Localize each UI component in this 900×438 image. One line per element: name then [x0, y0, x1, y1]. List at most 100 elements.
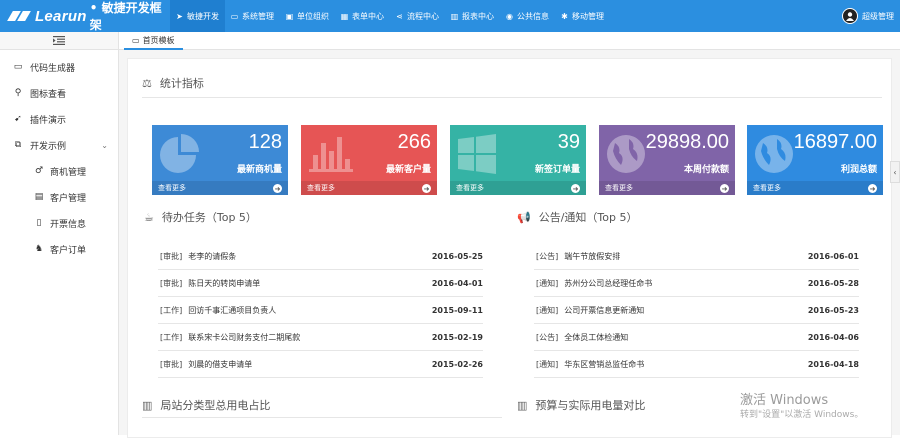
item-date: 2016-06-01: [807, 251, 859, 261]
arrow-right-icon[interactable]: ➜: [571, 184, 580, 193]
android-icon: ✱: [561, 11, 568, 21]
arrow-right-icon[interactable]: ➜: [868, 184, 877, 193]
list-item[interactable]: [工作] 回访千事汇通项目负责人 2015-09-11: [158, 297, 483, 324]
arrow-right-icon[interactable]: ➜: [720, 184, 729, 193]
monitor-icon: ▭: [132, 35, 140, 45]
more-text: 查看更多: [605, 184, 633, 192]
list-item[interactable]: [通知] 苏州分公司总经理任命书 2016-05-28: [534, 270, 859, 297]
dashboard-panel: ⚖ 统计指标 128 最新商机量 查看更多 ➜ 266 最新客户量 查看更多 ➜ …: [127, 58, 892, 438]
tab-bar: ▭ 首页模板: [119, 32, 900, 50]
sidebar-subitem-customer[interactable]: ▤ 客户管理: [0, 184, 118, 210]
stat-label: 本周付款额: [683, 165, 729, 175]
sidebar-item-label: 代码生成器: [30, 63, 76, 74]
section-title-text: 统计指标: [159, 77, 204, 90]
stat-card-new-orders[interactable]: 39 新签订单量 查看更多 ➜: [450, 125, 586, 195]
stat-more-link[interactable]: 查看更多: [747, 181, 883, 195]
sidebar-item-code-generator[interactable]: ▭ 代码生成器: [0, 54, 118, 80]
stat-card-customers[interactable]: 266 最新客户量 查看更多 ➜: [301, 125, 437, 195]
stat-card-opportunities[interactable]: 128 最新商机量 查看更多 ➜: [152, 125, 288, 195]
item-date: 2015-02-26: [431, 359, 483, 369]
logo[interactable]: Learun • 敏捷开发框架: [0, 0, 170, 33]
sidebar-toggle[interactable]: [0, 32, 118, 50]
arrow-right-icon[interactable]: ➜: [273, 184, 282, 193]
item-date: 2016-04-18: [807, 359, 859, 369]
list-item[interactable]: [通知] 华东区营销总监任命书 2016-04-18: [534, 351, 859, 378]
item-text: 华东区营销总监任命书: [564, 359, 645, 369]
sidebar-subitem-opportunity[interactable]: ♂ 商机管理: [0, 158, 118, 184]
item-tag: [审批]: [160, 359, 183, 369]
send-icon: ➤: [176, 11, 183, 21]
item-text: 联系宋卡公司财务支付二期尾款: [188, 332, 301, 342]
sidebar-item-icon-viewer[interactable]: ⚲ 图标查看: [0, 80, 118, 106]
order-icon: ♞: [34, 244, 44, 254]
stat-more-link[interactable]: 查看更多: [301, 181, 437, 195]
stat-card-weekly-payment[interactable]: 29898.00 本周付款额 查看更多 ➜: [599, 125, 735, 195]
list-item[interactable]: [审批] 刘晨的借支申请单 2015-02-26: [158, 351, 483, 378]
sidebar-item-plugin-demo[interactable]: ➹ 插件演示: [0, 106, 118, 132]
balance-scale-icon: ⚖: [142, 76, 152, 90]
item-tag: [通知]: [536, 278, 559, 288]
divider: [142, 417, 502, 418]
bullhorn-icon: 📢: [517, 210, 531, 224]
document-icon: ▯: [36, 218, 42, 228]
item-text: 陈日天的转岗申请单: [188, 278, 261, 288]
monitor-icon: ▭: [13, 62, 23, 72]
right-collapse-button[interactable]: ‹: [890, 161, 900, 183]
sidebar-item-label: 商机管理: [50, 167, 87, 178]
nav-item-flow[interactable]: ⋖ 流程中心: [390, 0, 445, 32]
sidebar-item-label: 客户管理: [50, 193, 87, 204]
notices-section-title: 📢 公告/通知（Top 5）: [517, 209, 637, 225]
section-title-text: 公告/通知（Top 5）: [538, 211, 638, 224]
item-date: 2016-05-28: [807, 278, 859, 288]
search-icon: ⚲: [14, 88, 22, 98]
list-item[interactable]: [审批] 老李的请假条 2016-05-25: [158, 243, 483, 270]
list-item[interactable]: [通知] 公司开票信息更新通知 2016-05-23: [534, 297, 859, 324]
nav-item-public[interactable]: ◉ 公共信息: [500, 0, 555, 32]
stat-more-link[interactable]: 查看更多: [450, 181, 586, 195]
divider: [142, 97, 882, 98]
item-text: 老李的请假条: [188, 251, 237, 261]
item-text: 刘晨的借支申请单: [188, 359, 253, 369]
stat-card-total-profit[interactable]: 16897.00 利润总额 查看更多 ➜: [747, 125, 883, 195]
sidebar-subitem-invoice[interactable]: ▯ 开票信息: [0, 210, 118, 236]
nav-item-system[interactable]: ▭ 系统管理: [225, 0, 280, 32]
item-tag: [审批]: [160, 251, 183, 261]
avatar: [842, 8, 858, 24]
item-tag: [审批]: [160, 278, 183, 288]
nav-label: 流程中心: [407, 11, 439, 21]
nav-item-org[interactable]: ▣ 单位组织: [280, 0, 335, 32]
more-text: 查看更多: [456, 184, 484, 192]
nav-item-report[interactable]: ▥ 报表中心: [445, 0, 500, 32]
org-icon: ▣: [285, 11, 294, 21]
item-tag: [公告]: [536, 251, 559, 261]
nav-item-mobile[interactable]: ✱ 移动管理: [555, 0, 610, 32]
main-content: ⚖ 统计指标 128 最新商机量 查看更多 ➜ 266 最新客户量 查看更多 ➜ …: [119, 50, 900, 438]
list-item[interactable]: [工作] 联系宋卡公司财务支付二期尾款 2015-02-19: [158, 324, 483, 351]
item-text: 回访千事汇通项目负责人: [188, 305, 277, 315]
item-date: 2016-05-25: [431, 251, 483, 261]
id-card-icon: ▤: [34, 192, 44, 202]
pie-chart-icon: [160, 134, 199, 173]
tab-home-template[interactable]: ▭ 首页模板: [124, 32, 183, 50]
nav-label: 报表中心: [462, 11, 494, 21]
nav-item-form[interactable]: ▦ 表单中心: [335, 0, 390, 32]
globe-icon: [755, 135, 793, 173]
user-icon: [846, 12, 854, 21]
sidebar-item-dev-examples[interactable]: ⧉ 开发示例 ⌄: [0, 132, 118, 158]
nav-item-agile[interactable]: ➤ 敏捷开发: [170, 0, 225, 32]
stat-more-link[interactable]: 查看更多: [599, 181, 735, 195]
list-item[interactable]: [公告] 全体员工体检通知 2016-04-06: [534, 324, 859, 351]
power-share-section-title: ▥ 局站分类型总用电占比: [142, 397, 270, 413]
stat-more-link[interactable]: 查看更多: [152, 181, 288, 195]
logo-text: Learun: [34, 7, 87, 25]
tasks-section-title: ☕ 待办任务（Top 5）: [144, 209, 257, 225]
list-item[interactable]: [审批] 陈日天的转岗申请单 2016-04-01: [158, 270, 483, 297]
sidebar: ▭ 代码生成器 ⚲ 图标查看 ➹ 插件演示 ⧉ 开发示例 ⌄ ♂ 商机管理 ▤ 客户管理 ▯ 开…: [0, 32, 119, 435]
sidebar-subitem-order[interactable]: ♞ 客户订单: [0, 236, 118, 262]
list-item[interactable]: [公告] 端午节放假安排 2016-06-01: [534, 243, 859, 270]
arrow-right-icon[interactable]: ➜: [422, 184, 431, 193]
globe-icon: ◉: [506, 11, 513, 21]
user-menu[interactable]: 超级管理: [842, 0, 894, 32]
stat-value: 39: [557, 131, 580, 153]
indent-icon: [53, 36, 65, 45]
